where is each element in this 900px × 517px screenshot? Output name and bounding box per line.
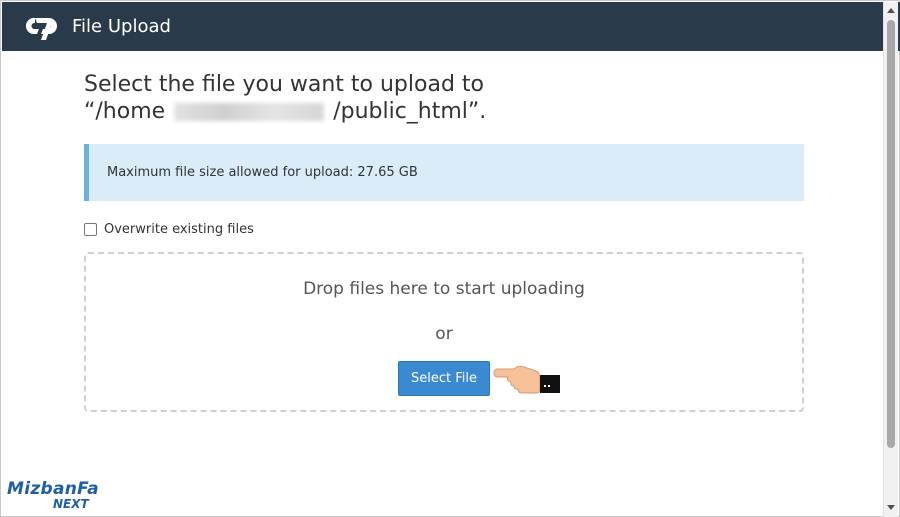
file-drop-zone[interactable]: Drop files here to start uploading or Se… [84, 252, 804, 412]
window-frame: File Upload Select the file you want to … [0, 0, 900, 517]
upload-heading: Select the file you want to upload to “/… [84, 71, 804, 125]
drop-instruction: Drop files here to start uploading [303, 279, 585, 299]
max-file-size-alert: Maximum file size allowed for upload: 27… [84, 144, 804, 201]
page-title: File Upload [72, 16, 171, 37]
brand-name: MizbanFa [7, 479, 99, 499]
heading-line1: Select the file you want to upload to [84, 72, 484, 97]
max-file-size-text: Maximum file size allowed for upload: 27… [107, 165, 418, 180]
heading-path-suffix: /public_html”. [333, 99, 487, 124]
or-separator: or [435, 324, 453, 344]
overwrite-checkbox[interactable] [84, 223, 97, 236]
brand-sub: NEXT [53, 497, 89, 511]
cpanel-logo-icon[interactable] [21, 12, 67, 42]
top-header: File Upload [2, 2, 900, 51]
heading-path-prefix: “/home [84, 99, 166, 124]
upload-heading-block: Select the file you want to upload to “/… [84, 71, 804, 125]
vertical-scrollbar[interactable] [883, 2, 898, 517]
redacted-username [174, 103, 325, 121]
scroll-thumb[interactable] [887, 20, 895, 448]
scroll-up-arrow-icon[interactable] [884, 3, 898, 17]
pointing-hand-icon [493, 365, 560, 394]
select-file-button[interactable]: Select File [398, 361, 490, 396]
overwrite-option[interactable]: Overwrite existing files [84, 222, 254, 237]
scroll-down-arrow-icon[interactable] [884, 501, 898, 515]
overwrite-label[interactable]: Overwrite existing files [104, 222, 254, 237]
mizbanfa-watermark: MizbanFa NEXT [7, 479, 107, 515]
